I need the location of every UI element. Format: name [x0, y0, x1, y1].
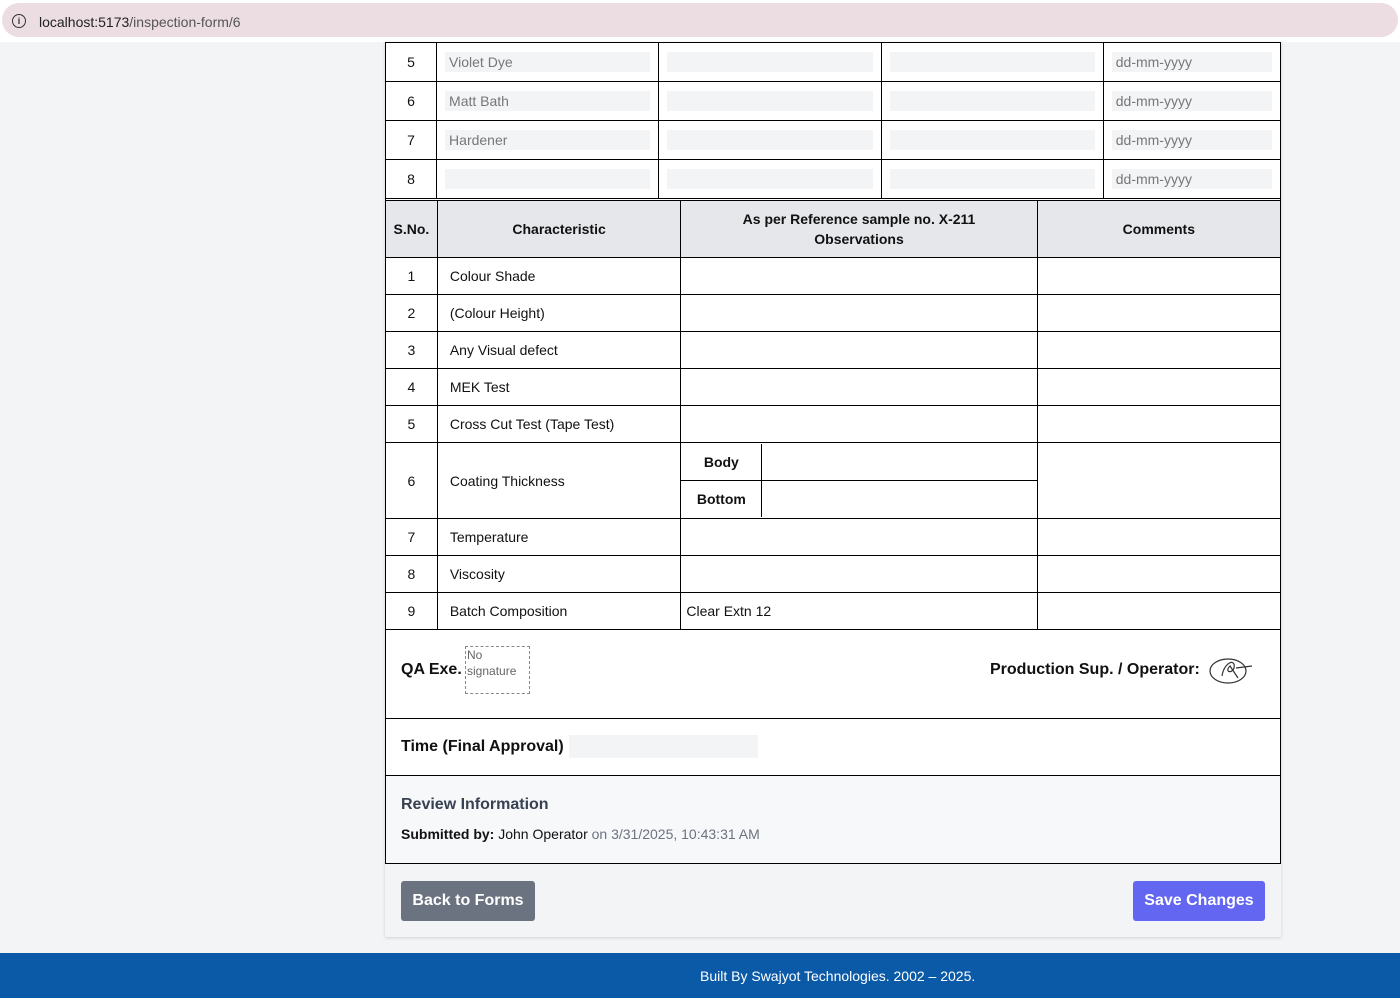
url-field[interactable]: i localhost:5173/inspection-form/6: [2, 3, 1398, 37]
save-changes-button[interactable]: Save Changes: [1133, 881, 1265, 921]
page-footer: Built By Swajyot Technologies. 2002 – 20…: [0, 953, 1400, 998]
back-to-forms-button[interactable]: Back to Forms: [401, 881, 535, 921]
url-text[interactable]: localhost:5173/inspection-form/6: [39, 14, 241, 30]
site-info-icon[interactable]: i: [12, 14, 26, 28]
form-border: [385, 42, 1281, 864]
browser-address-bar: i localhost:5173/inspection-form/6: [0, 0, 1400, 42]
footer-text: Built By Swajyot Technologies. 2002 – 20…: [700, 968, 976, 984]
form-actions: Back to Forms Save Changes: [385, 864, 1281, 937]
